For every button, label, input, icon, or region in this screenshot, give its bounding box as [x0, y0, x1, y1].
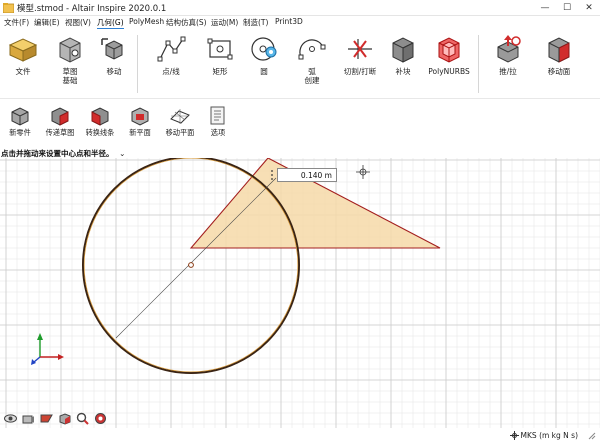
move-label: 移动	[106, 67, 122, 76]
file-icon	[8, 38, 38, 62]
point-line-icon	[157, 36, 186, 62]
minimize-button[interactable]: —	[534, 0, 556, 16]
menu-manufacture[interactable]: 制造(T)	[243, 17, 268, 28]
polynurbs-icon	[438, 37, 460, 63]
eye-icon[interactable]	[4, 412, 17, 425]
menu-print3d[interactable]: Print3D	[275, 17, 303, 26]
transfer-sketch-icon	[51, 107, 69, 126]
menu-motion[interactable]: 运动(M)	[211, 17, 238, 28]
circle-center-point[interactable]	[188, 262, 194, 268]
circle-label: 圆	[260, 67, 268, 76]
move-button[interactable]: 移动	[95, 33, 133, 95]
move-face-icon	[548, 37, 570, 63]
section-icon[interactable]	[40, 412, 53, 425]
menu-view[interactable]: 视图(V)	[65, 17, 91, 28]
file-label: 文件	[15, 67, 31, 76]
new-plane-label: 新平面	[129, 128, 151, 137]
menu-edit[interactable]: 编辑(E)	[34, 17, 60, 28]
cut-break-icon	[348, 39, 372, 59]
rectangle-label: 矩形	[212, 67, 228, 76]
status-bar: MKS (m kg N s)	[0, 428, 600, 443]
arc-icon	[298, 39, 326, 60]
file-button[interactable]: 文件	[4, 33, 42, 95]
zoom-icon[interactable]	[76, 412, 89, 425]
menu-bar: 文件(F) 编辑(E) 视图(V) 几何(G) PolyMesh 结构仿真(S)…	[0, 16, 600, 29]
app-icon	[3, 3, 14, 13]
push-pull-icon	[497, 35, 521, 63]
convert-lines-button[interactable]: 转换线条	[82, 105, 118, 138]
point-line-label: 点/线	[162, 67, 180, 76]
move-plane-icon	[170, 109, 190, 124]
chevron-down-icon[interactable]: ⌄	[119, 149, 125, 158]
move-face-button[interactable]: 移动面	[537, 33, 581, 95]
point-line-button[interactable]: 点/线	[150, 33, 192, 95]
radius-dimension-input[interactable]: 0.140 m	[277, 168, 337, 182]
sketch-basics-label: 草图 基础	[62, 67, 78, 85]
circle-button[interactable]: 圆	[246, 33, 282, 95]
move-icon	[101, 38, 123, 60]
menu-polymesh[interactable]: PolyMesh	[129, 17, 164, 26]
circle-icon	[251, 37, 277, 61]
hint-message: 点击并拖动来设置中心点和半径。	[1, 149, 114, 158]
options-icon	[210, 106, 225, 125]
options-button[interactable]: 选项	[200, 105, 236, 138]
snap-crosshair-icon[interactable]	[510, 431, 519, 440]
window-title: 模型.stmod - Altair Inspire 2020.0.1	[17, 4, 167, 14]
polynurbs-label: PolyNURBS	[428, 67, 470, 76]
push-pull-button[interactable]: 推/拉	[488, 33, 528, 95]
cut-break-button[interactable]: 切割/打断	[340, 33, 380, 95]
unit-system[interactable]: MKS (m kg N s)	[521, 431, 578, 440]
sketch-toolbar: 新零件 传递草图 转换线条 新平面 移动平面 选项	[0, 101, 240, 147]
convert-lines-label: 转换线条	[85, 128, 115, 137]
modeling-viewport[interactable]	[0, 156, 600, 428]
arc-label: 弧 创建	[304, 67, 320, 85]
title-bar: 模型.stmod - Altair Inspire 2020.0.1 — ☐ ✕	[0, 0, 600, 16]
shading-icon[interactable]	[58, 412, 71, 425]
push-pull-label: 推/拉	[499, 67, 517, 76]
new-part-button[interactable]: 新零件	[2, 105, 38, 138]
maximize-button[interactable]: ☐	[556, 0, 578, 16]
options-label: 选项	[210, 128, 226, 137]
patch-icon	[392, 37, 414, 63]
rectangle-icon	[207, 38, 233, 60]
menu-file[interactable]: 文件(F)	[4, 17, 29, 28]
ribbon-separator	[137, 35, 138, 93]
menu-geometry[interactable]: 几何(G)	[97, 17, 124, 29]
move-face-label: 移动面	[547, 67, 571, 76]
fit-view-icon[interactable]	[94, 412, 107, 425]
transfer-sketch-button[interactable]: 传递草图	[42, 105, 78, 138]
new-plane-icon	[131, 107, 149, 126]
resize-grip-icon[interactable]	[587, 431, 596, 440]
dimension-grip-icon	[271, 170, 273, 180]
move-plane-button[interactable]: 移动平面	[162, 105, 198, 138]
cut-break-label: 切割/打断	[343, 67, 377, 76]
patch-button[interactable]: 补块	[385, 33, 421, 95]
move-plane-label: 移动平面	[165, 128, 195, 137]
patch-label: 补块	[395, 67, 411, 76]
transfer-sketch-label: 传递草图	[45, 128, 75, 137]
polynurbs-button[interactable]: PolyNURBS	[426, 33, 472, 95]
sketch-basics-button[interactable]: 草图 基础	[50, 33, 90, 95]
convert-lines-icon	[91, 107, 109, 126]
menu-structure[interactable]: 结构仿真(S)	[166, 17, 207, 28]
rectangle-button[interactable]: 矩形	[200, 33, 240, 95]
camera-icon[interactable]	[22, 412, 35, 425]
new-plane-button[interactable]: 新平面	[122, 105, 158, 138]
new-part-label: 新零件	[9, 128, 31, 137]
sketch-basics-icon	[59, 37, 81, 63]
arc-button[interactable]: 弧 创建	[290, 33, 334, 95]
close-button[interactable]: ✕	[578, 0, 600, 16]
viewport-canvas	[0, 156, 600, 428]
new-part-icon	[11, 107, 29, 126]
ribbon-toolbar: 文件 草图 基础 移动 点/线 矩形 圆 弧 创建 切割/打断 补块 PolyN…	[0, 29, 600, 99]
ribbon-separator	[478, 35, 479, 93]
axis-triad-icon	[31, 333, 64, 365]
radius-dimension-value: 0.140 m	[300, 171, 332, 180]
